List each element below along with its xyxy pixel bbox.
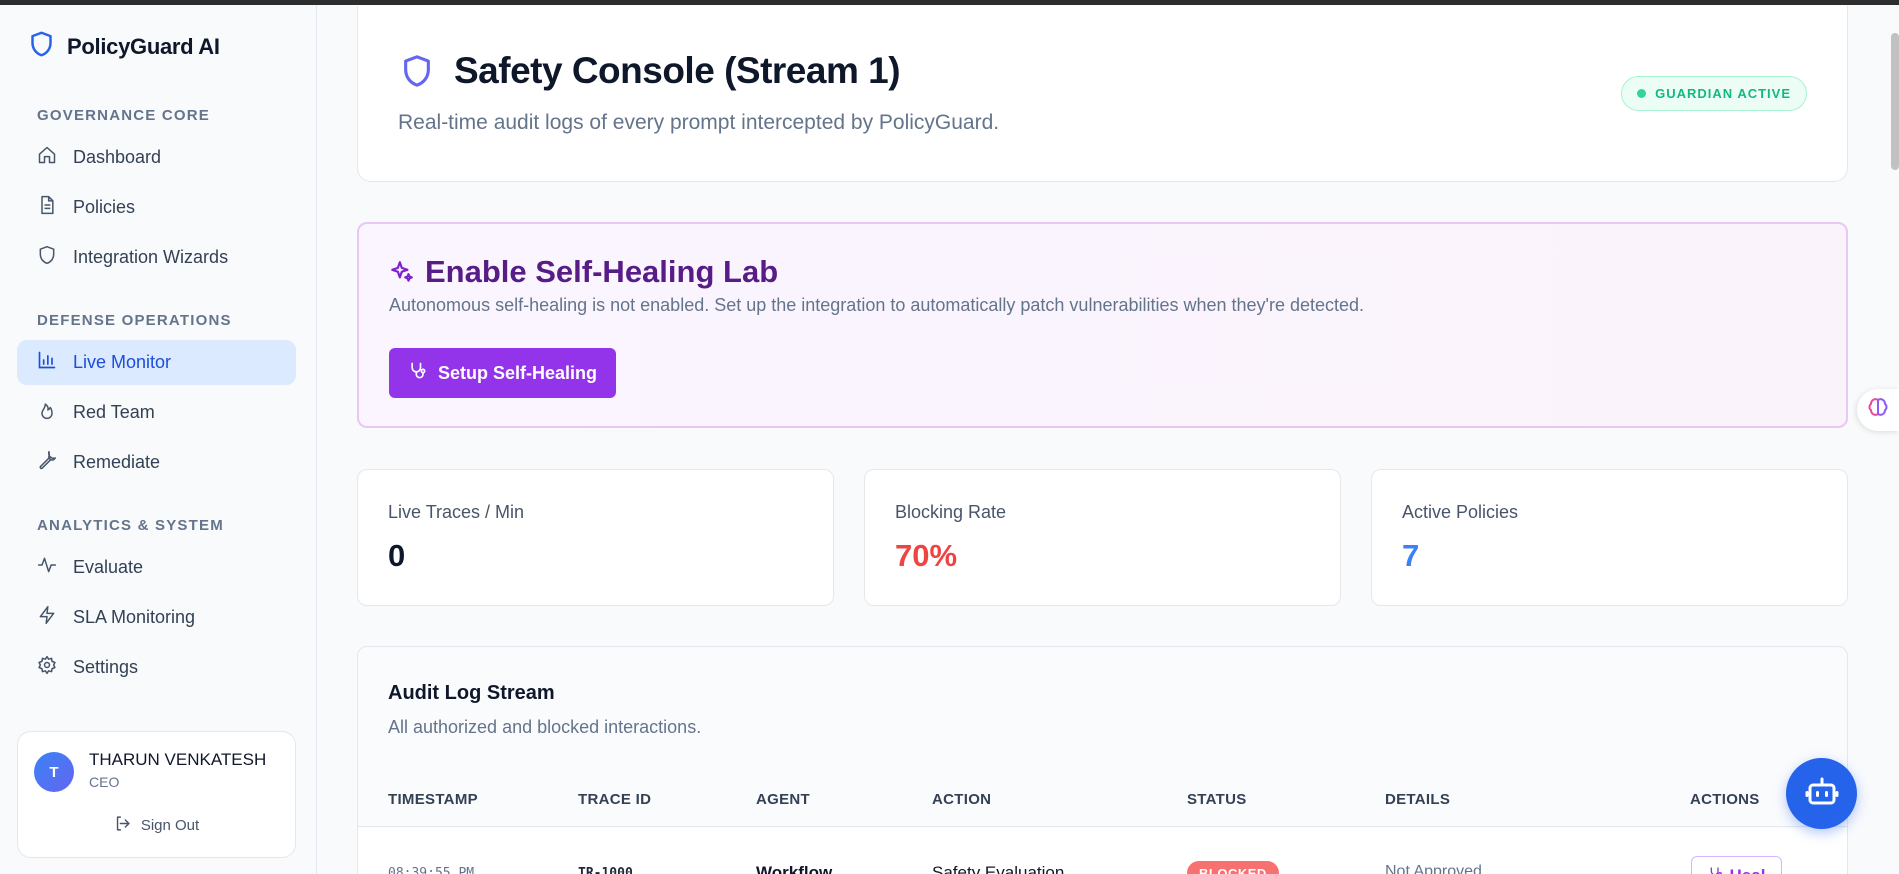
sidebar-item-integration-wizards[interactable]: Integration Wizards xyxy=(17,235,296,280)
table-row[interactable]: 08:39:55 PM TR-1000 Workflow Safety Eval… xyxy=(358,828,1847,874)
sidebar-item-label: Live Monitor xyxy=(73,352,172,372)
audit-subtitle: All authorized and blocked interactions. xyxy=(388,717,702,737)
bot-icon xyxy=(1804,773,1840,814)
status-dot xyxy=(1637,89,1647,98)
bar-chart-icon xyxy=(37,350,57,375)
cell-details: Not Approved xyxy=(1385,863,1482,874)
brand-name: PolicyGuard AI xyxy=(67,33,220,59)
activity-icon xyxy=(37,555,57,580)
sidebar: PolicyGuard AI GOVERNANCE CORE Dashboard… xyxy=(0,0,317,874)
heal-button[interactable]: Heal xyxy=(1691,856,1782,874)
stat-label: Active Policies xyxy=(1402,502,1519,522)
file-icon xyxy=(37,195,57,220)
sidebar-item-label: Evaluate xyxy=(73,557,144,577)
setup-self-healing-label: Setup Self-Healing xyxy=(437,362,598,383)
sidebar-item-label: Dashboard xyxy=(73,147,162,167)
section-label-analytics: ANALYTICS & SYSTEM xyxy=(37,517,224,534)
status-badge: GUARDIAN ACTIVE xyxy=(1621,76,1807,111)
column-header-details: DETAILS xyxy=(1385,791,1451,808)
scrollbar[interactable] xyxy=(1891,33,1899,170)
column-header-action: ACTION xyxy=(932,791,992,808)
sidebar-item-live-monitor[interactable]: Live Monitor xyxy=(17,340,296,385)
stat-card-active-policies: Active Policies 7 xyxy=(1371,469,1848,606)
column-header-trace-id: TRACE ID xyxy=(578,791,652,808)
user-role: CEO xyxy=(89,774,120,790)
gear-icon xyxy=(37,655,57,680)
sidebar-item-label: Settings xyxy=(73,657,139,677)
stat-card-live-traces: Live Traces / Min 0 xyxy=(357,469,834,606)
sidebar-item-settings[interactable]: Settings xyxy=(17,645,296,690)
audit-log-panel: Audit Log Stream All authorized and bloc… xyxy=(357,646,1848,874)
stat-label: Live Traces / Min xyxy=(388,502,525,522)
setup-self-healing-button[interactable]: Setup Self-Healing xyxy=(389,348,616,398)
zap-icon xyxy=(37,605,57,630)
sidebar-item-evaluate[interactable]: Evaluate xyxy=(17,545,296,590)
column-header-agent: AGENT xyxy=(756,791,810,808)
self-healing-description: Autonomous self-healing is not enabled. … xyxy=(389,295,1365,315)
sidebar-item-dashboard[interactable]: Dashboard xyxy=(17,135,296,180)
sidebar-item-label: Red Team xyxy=(73,402,155,422)
heal-label: Heal xyxy=(1730,866,1766,874)
section-label-defense: DEFENSE OPERATIONS xyxy=(37,312,232,329)
shield-icon xyxy=(400,52,434,95)
sidebar-item-label: Integration Wizards xyxy=(73,247,229,267)
stat-card-blocking-rate: Blocking Rate 70% xyxy=(864,469,1341,606)
page-title: Safety Console (Stream 1) xyxy=(454,50,901,91)
column-header-timestamp: TIMESTAMP xyxy=(388,791,478,808)
cell-trace-id: TR-1000 xyxy=(578,866,633,874)
page-header: Safety Console (Stream 1) Real-time audi… xyxy=(357,6,1848,182)
sign-out-button[interactable]: Sign Out xyxy=(18,815,295,836)
side-panel-tab[interactable] xyxy=(1857,389,1899,431)
page-subtitle: Real-time audit logs of every prompt int… xyxy=(398,111,1000,134)
home-icon xyxy=(37,145,57,170)
sidebar-item-label: Remediate xyxy=(73,452,161,472)
logout-icon xyxy=(114,815,131,836)
audit-title: Audit Log Stream xyxy=(388,682,555,704)
wrench-icon xyxy=(37,450,57,475)
stat-label: Blocking Rate xyxy=(895,502,1007,522)
brand[interactable]: PolicyGuard AI xyxy=(28,29,220,64)
self-healing-panel: Enable Self-Healing Lab Autonomous self-… xyxy=(357,222,1848,428)
table-header: TIMESTAMP TRACE ID AGENT ACTION STATUS D… xyxy=(358,772,1847,827)
sidebar-item-label: SLA Monitoring xyxy=(73,607,196,627)
brain-icon xyxy=(1866,396,1890,425)
sign-out-label: Sign Out xyxy=(140,817,200,834)
cell-action: Safety Evaluation xyxy=(932,863,1065,874)
sidebar-item-remediate[interactable]: Remediate xyxy=(17,440,296,485)
column-header-actions: ACTIONS xyxy=(1690,791,1760,808)
sidebar-item-red-team[interactable]: Red Team xyxy=(17,390,296,435)
cell-agent: Workflow xyxy=(756,863,833,874)
status-badge: BLOCKED xyxy=(1187,861,1279,874)
sidebar-item-policies[interactable]: Policies xyxy=(17,185,296,230)
section-label-governance: GOVERNANCE CORE xyxy=(37,107,211,124)
column-header-status: STATUS xyxy=(1187,791,1247,808)
avatar: T xyxy=(34,752,74,792)
user-card: T THARUN VENKATESH CEO Sign Out xyxy=(17,731,296,858)
stethoscope-icon xyxy=(408,361,428,386)
window-top-bar xyxy=(0,0,1899,5)
flame-icon xyxy=(37,400,57,425)
cell-timestamp: 08:39:55 PM xyxy=(388,866,475,874)
stethoscope-icon xyxy=(1708,866,1724,874)
sparkles-icon xyxy=(389,259,415,290)
shield-icon xyxy=(37,245,57,270)
user-name: THARUN VENKATESH xyxy=(89,750,267,769)
shield-icon xyxy=(28,29,55,64)
stat-value: 0 xyxy=(388,538,406,573)
stat-value: 7 xyxy=(1402,538,1420,573)
sidebar-item-sla-monitoring[interactable]: SLA Monitoring xyxy=(17,595,296,640)
sidebar-item-label: Policies xyxy=(73,197,136,217)
self-healing-title: Enable Self-Healing Lab xyxy=(425,254,779,289)
stat-value: 70% xyxy=(895,538,958,573)
assistant-button[interactable] xyxy=(1786,758,1857,829)
status-badge-label: GUARDIAN ACTIVE xyxy=(1655,86,1791,101)
